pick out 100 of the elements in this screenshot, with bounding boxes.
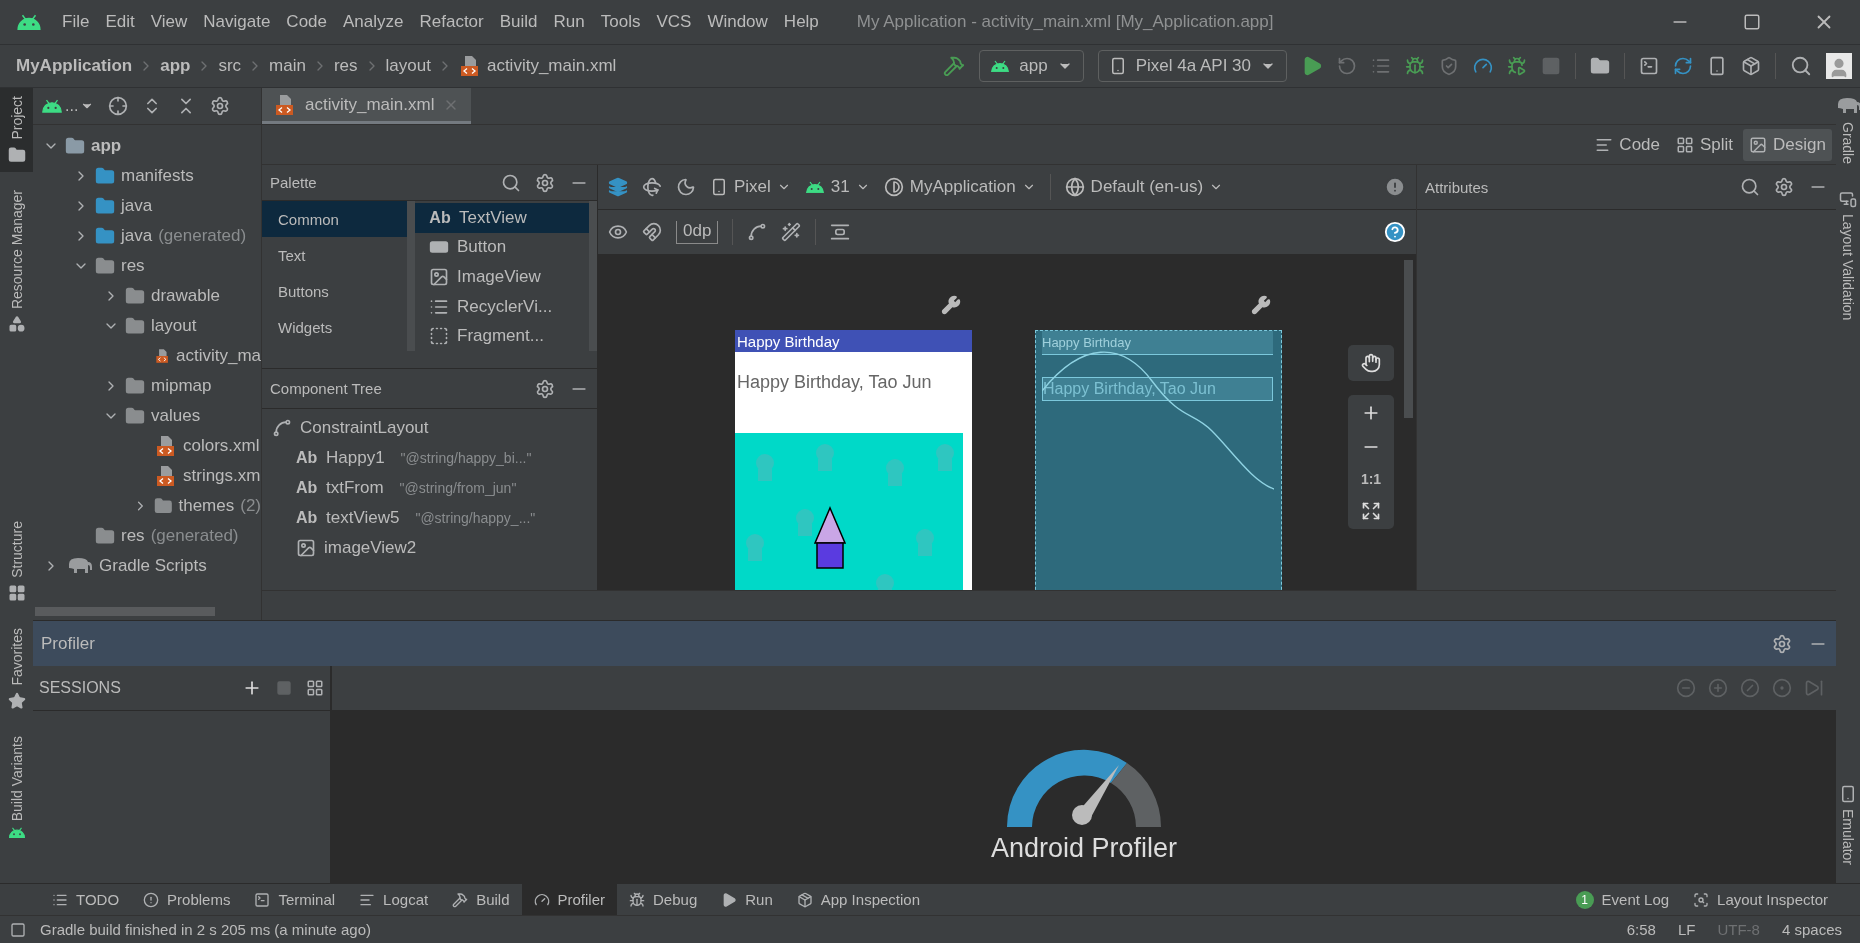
tool-window-tab[interactable]: Resource Manager: [0, 181, 33, 341]
palette-category[interactable]: Buttons: [262, 273, 407, 309]
search-icon[interactable]: [501, 172, 521, 193]
tool-window-tab[interactable]: Run: [709, 884, 785, 915]
clear-constraints-icon[interactable]: [747, 222, 768, 242]
tool-window-tab[interactable]: Debug: [617, 884, 710, 915]
tool-window-tab[interactable]: Emulator: [1836, 776, 1860, 873]
tree-item[interactable]: values: [151, 406, 201, 426]
tool-window-tab[interactable]: Project: [0, 88, 33, 172]
tool-window-tab[interactable]: Terminal: [242, 884, 348, 915]
magnet-icon[interactable]: [642, 222, 662, 242]
status-item[interactable]: 6:58: [1622, 921, 1660, 938]
settings-icon[interactable]: [535, 378, 555, 399]
menu-item[interactable]: Help: [775, 12, 827, 32]
panel-icon[interactable]: [306, 679, 324, 697]
editor-tab[interactable]: activity_main.xml: [262, 88, 472, 124]
settings-icon[interactable]: [1774, 177, 1794, 197]
tree-item[interactable]: app: [91, 136, 122, 156]
device-select[interactable]: Pixel 4a API 30: [1097, 50, 1287, 82]
zoom-reset[interactable]: 1:1: [1360, 471, 1382, 487]
tree-item[interactable]: mipmap: [151, 376, 212, 396]
folder-icon[interactable]: [1590, 56, 1610, 76]
status-item[interactable]: LF: [1673, 921, 1700, 938]
menu-item[interactable]: Analyze: [335, 12, 412, 32]
status-item[interactable]: 4 spaces: [1777, 921, 1846, 938]
tool-window-tab[interactable]: 1 Event Log: [1563, 884, 1682, 915]
eye-icon[interactable]: [608, 222, 628, 242]
palette-category[interactable]: Widgets: [262, 309, 407, 345]
tree-item[interactable]: java: [121, 196, 153, 216]
tool-window-tab[interactable]: Favorites: [0, 620, 33, 718]
view-mode-button[interactable]: Code: [1589, 128, 1666, 161]
component-tree-item[interactable]: txtFrom: [326, 478, 384, 498]
menu-item[interactable]: Edit: [97, 12, 143, 32]
tree-item[interactable]: res: [121, 526, 145, 546]
tree-item[interactable]: strings.xm: [183, 466, 261, 486]
breadcrumb[interactable]: activity_main.xml: [486, 56, 617, 76]
palette-item[interactable]: ImageView: [415, 262, 589, 292]
search-icon[interactable]: [1740, 177, 1760, 197]
layout-toggle-icon[interactable]: [10, 921, 26, 938]
breadcrumb[interactable]: main: [269, 56, 306, 76]
menu-item[interactable]: Window: [699, 12, 776, 32]
crosshair-icon[interactable]: [108, 96, 129, 116]
view-mode-button[interactable]: Design: [1743, 128, 1832, 161]
tool-window-tab[interactable]: Profiler: [521, 884, 618, 915]
package-icon[interactable]: [1741, 56, 1761, 76]
menu-item[interactable]: Run: [545, 12, 593, 32]
tree-item[interactable]: Gradle Scripts: [99, 556, 207, 576]
tool-window-tab[interactable]: Problems: [131, 884, 243, 915]
menu-item[interactable]: Tools: [592, 12, 649, 32]
menu-item[interactable]: Code: [278, 12, 335, 32]
maximize-icon[interactable]: [1743, 13, 1761, 31]
settings-icon[interactable]: [1772, 633, 1792, 654]
palette-item[interactable]: Button: [415, 232, 589, 263]
sync-icon[interactable]: [1673, 56, 1693, 76]
tool-window-tab[interactable]: Layout Inspector: [1681, 884, 1840, 915]
device-dropdown[interactable]: Pixel: [710, 177, 791, 197]
tree-item[interactable]: themes: [178, 496, 235, 516]
menu-item[interactable]: Build: [491, 12, 546, 32]
guidelines-icon[interactable]: [830, 222, 851, 242]
settings-icon[interactable]: [210, 96, 231, 116]
terminal-icon[interactable]: [1639, 56, 1659, 76]
tree-item[interactable]: manifests: [121, 166, 194, 186]
menu-item[interactable]: Navigate: [195, 12, 279, 32]
margin-field[interactable]: 0dp: [676, 220, 719, 244]
tool-window-tab[interactable]: Build Variants: [0, 727, 33, 846]
tree-item[interactable]: colors.xml: [183, 436, 260, 456]
tool-window-tab[interactable]: Layout Validation: [1836, 182, 1860, 329]
theme-dropdown[interactable]: MyApplication: [883, 177, 1036, 197]
palette-category[interactable]: Common: [262, 201, 407, 237]
tree-item[interactable]: java: [121, 226, 153, 246]
hand-icon[interactable]: [1361, 353, 1381, 373]
locale-dropdown[interactable]: Default (en-us): [1064, 177, 1224, 197]
warning-icon[interactable]: [1384, 176, 1406, 198]
tree-item[interactable]: res: [121, 256, 145, 276]
search-icon[interactable]: [1790, 55, 1812, 77]
tool-window-tab[interactable]: Build: [440, 884, 522, 915]
component-tree-item[interactable]: imageView2: [324, 538, 417, 558]
tool-window-tab[interactable]: Structure: [0, 513, 33, 610]
palette-item[interactable]: Ab TextView: [415, 203, 589, 233]
breadcrumb[interactable]: MyApplication: [16, 56, 133, 76]
scrollbar-thumb[interactable]: [35, 607, 215, 616]
tool-window-tab[interactable]: App Inspection: [784, 884, 932, 915]
breadcrumb[interactable]: src: [218, 56, 242, 76]
bug-icon[interactable]: [1405, 56, 1425, 76]
api-dropdown[interactable]: 31: [804, 177, 870, 197]
menu-item[interactable]: File: [54, 12, 98, 32]
view-mode-button[interactable]: Split: [1670, 128, 1740, 161]
help-icon[interactable]: [1384, 221, 1406, 243]
component-tree-item[interactable]: Happy1: [326, 448, 385, 468]
component-tree-item[interactable]: ConstraintLayout: [300, 418, 429, 438]
tree-item[interactable]: layout: [151, 316, 197, 336]
project-view-select[interactable]: ...: [41, 97, 95, 115]
breadcrumb[interactable]: res: [333, 56, 358, 76]
wand-icon[interactable]: [781, 222, 802, 242]
bug-icon[interactable]: [1507, 56, 1527, 76]
hammer-icon[interactable]: [943, 55, 966, 77]
phone-icon[interactable]: [1707, 56, 1727, 76]
tool-window-tab[interactable]: Logcat: [347, 884, 441, 915]
night-mode-icon[interactable]: [676, 177, 696, 197]
component-tree-item[interactable]: textView5: [326, 508, 400, 528]
